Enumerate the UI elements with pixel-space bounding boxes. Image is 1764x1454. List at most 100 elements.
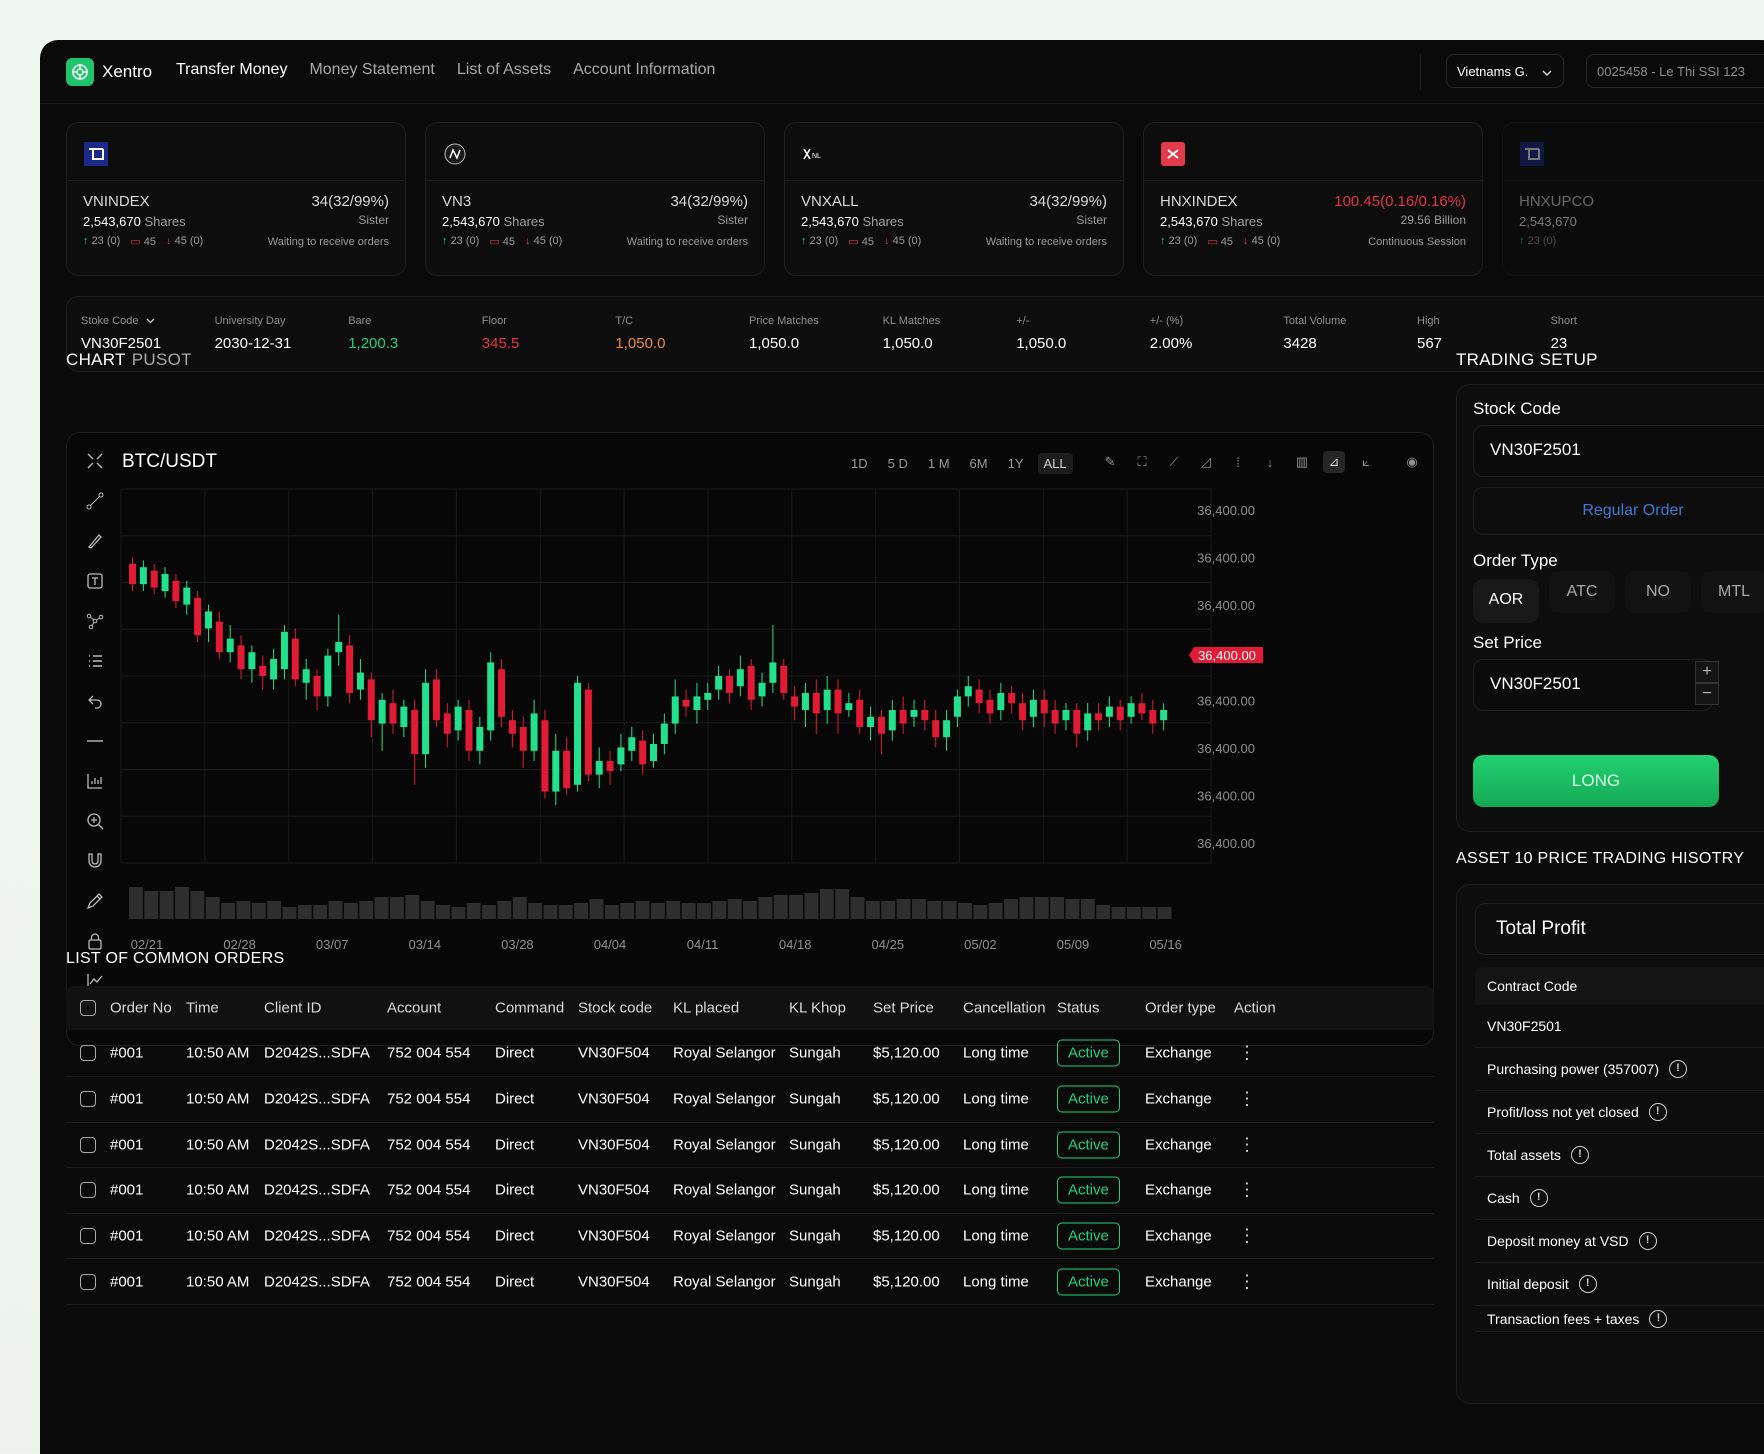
- range-1m[interactable]: 1 M: [922, 453, 956, 474]
- brush-icon[interactable]: [81, 527, 109, 555]
- candle[interactable]: [335, 614, 343, 666]
- info-icon[interactable]: !: [1649, 1309, 1668, 1328]
- candle[interactable]: [628, 727, 636, 761]
- pattern-tool-icon[interactable]: [81, 607, 109, 635]
- more-actions-icon[interactable]: ⋮: [1238, 1271, 1256, 1292]
- candle[interactable]: [139, 560, 147, 591]
- table-row[interactable]: #001 10:50 AM D2042S...SDFA 752 004 554 Dire…: [66, 1077, 1434, 1123]
- candle[interactable]: [834, 679, 842, 734]
- candle[interactable]: [943, 710, 951, 751]
- candle[interactable]: [769, 625, 777, 693]
- order-type-no[interactable]: NO: [1625, 571, 1691, 613]
- region-select[interactable]: Vietnams G.: [1446, 54, 1564, 88]
- candle[interactable]: [574, 676, 582, 792]
- candle[interactable]: [129, 557, 136, 591]
- row-checkbox[interactable]: [80, 1045, 96, 1061]
- candle[interactable]: [400, 699, 408, 738]
- candle[interactable]: [1062, 703, 1070, 731]
- candle[interactable]: [432, 669, 440, 727]
- candle[interactable]: [1149, 699, 1157, 734]
- nav-item-transfer-money[interactable]: Transfer Money: [176, 61, 287, 79]
- column-header[interactable]: KL Khop: [789, 1000, 846, 1017]
- candle[interactable]: [237, 635, 245, 680]
- candle[interactable]: [650, 733, 657, 768]
- candle[interactable]: [454, 699, 462, 741]
- candle[interactable]: [150, 563, 158, 595]
- candle[interactable]: [693, 682, 701, 724]
- candle[interactable]: [324, 648, 332, 707]
- candle[interactable]: [845, 693, 853, 717]
- candle[interactable]: [248, 645, 256, 683]
- candle[interactable]: [291, 628, 299, 687]
- table-row[interactable]: #001 10:50 AM D2042S...SDFA 752 004 554 Dire…: [66, 1259, 1434, 1305]
- info-icon[interactable]: !: [1529, 1189, 1548, 1207]
- line-chart-icon[interactable]: ⟋: [1163, 451, 1185, 473]
- candle[interactable]: [606, 750, 614, 785]
- column-header[interactable]: Status: [1057, 1000, 1100, 1017]
- pencil-ruler-icon[interactable]: [81, 887, 109, 915]
- bar-chart-icon[interactable]: ▥: [1291, 451, 1313, 473]
- set-price-input[interactable]: VN30F2501: [1473, 659, 1713, 711]
- undo-icon[interactable]: [81, 687, 109, 715]
- more-actions-icon[interactable]: ⋮: [1238, 1043, 1256, 1064]
- candle[interactable]: [1073, 703, 1081, 748]
- long-button[interactable]: LONG: [1473, 755, 1719, 807]
- candle[interactable]: [259, 655, 267, 690]
- index-card-vnxall[interactable]: NL VNXALL 34(32/99%) 2,543,670 Shares Sister…: [784, 122, 1124, 276]
- candle[interactable]: [1019, 693, 1027, 731]
- candle[interactable]: [161, 567, 169, 598]
- candle[interactable]: [541, 710, 549, 799]
- order-type-aor[interactable]: AOR: [1473, 579, 1539, 623]
- candle[interactable]: [986, 689, 994, 724]
- candle[interactable]: [1160, 703, 1168, 731]
- candle[interactable]: [758, 672, 766, 707]
- camera-icon[interactable]: ◉: [1401, 451, 1423, 473]
- column-header[interactable]: Order No: [110, 1000, 172, 1017]
- text-tool-icon[interactable]: [81, 567, 109, 595]
- candle[interactable]: [378, 693, 386, 751]
- candle[interactable]: [584, 682, 592, 782]
- row-checkbox[interactable]: [80, 1273, 96, 1290]
- candle[interactable]: [487, 652, 495, 741]
- nav-item-list-of-assets[interactable]: List of Assets: [457, 61, 551, 79]
- candle[interactable]: [964, 676, 972, 707]
- order-type-atc[interactable]: ATC: [1549, 571, 1615, 613]
- order-type-mtl[interactable]: MTL: [1701, 571, 1764, 613]
- candle[interactable]: [302, 659, 310, 700]
- list-icon[interactable]: [81, 647, 109, 675]
- candle[interactable]: [899, 696, 907, 734]
- candle[interactable]: [725, 669, 733, 704]
- row-checkbox[interactable]: [80, 1228, 96, 1245]
- candle[interactable]: [172, 574, 180, 608]
- select-all-checkbox[interactable]: [80, 1000, 96, 1016]
- logo[interactable]: Xentro: [66, 58, 152, 86]
- range-1y[interactable]: 1Y: [1002, 453, 1030, 474]
- candle[interactable]: [1116, 699, 1124, 731]
- row-checkbox[interactable]: [80, 1136, 96, 1153]
- candle[interactable]: [346, 635, 354, 704]
- more-actions-icon[interactable]: ⋮: [1238, 1180, 1256, 1201]
- candle[interactable]: [932, 710, 940, 748]
- row-checkbox[interactable]: [80, 1091, 96, 1108]
- fullscreen-icon[interactable]: [81, 447, 109, 475]
- candle-chart-icon[interactable]: ⊿: [1323, 451, 1345, 473]
- column-header[interactable]: Order type: [1145, 1000, 1216, 1017]
- candle[interactable]: [443, 703, 451, 748]
- candle[interactable]: [313, 669, 321, 710]
- column-header[interactable]: Time: [186, 1000, 219, 1017]
- candle[interactable]: [508, 710, 516, 748]
- info-icon[interactable]: !: [1570, 1146, 1589, 1164]
- line-tool-icon[interactable]: [81, 487, 109, 515]
- candle[interactable]: [1127, 696, 1135, 724]
- edit-icon[interactable]: ✎: [1099, 451, 1121, 473]
- range-all[interactable]: ALL: [1037, 453, 1073, 474]
- index-card-hnxupco[interactable]: HNXUPCO 2,543,670 ↑ 23 (0): [1502, 122, 1764, 276]
- candle[interactable]: [595, 747, 603, 789]
- nav-item-money-statement[interactable]: Money Statement: [309, 61, 434, 79]
- info-stoke-code[interactable]: Stoke Code VN30F2501: [81, 315, 161, 352]
- table-row[interactable]: #001 10:50 AM D2042S...SDFA 752 004 554 Dire…: [66, 1123, 1434, 1169]
- regular-order-button[interactable]: Regular Order: [1473, 487, 1764, 535]
- range-6m[interactable]: 6M: [964, 453, 994, 474]
- horizontal-line-icon[interactable]: [81, 727, 109, 755]
- more-actions-icon[interactable]: ⋮: [1238, 1134, 1256, 1155]
